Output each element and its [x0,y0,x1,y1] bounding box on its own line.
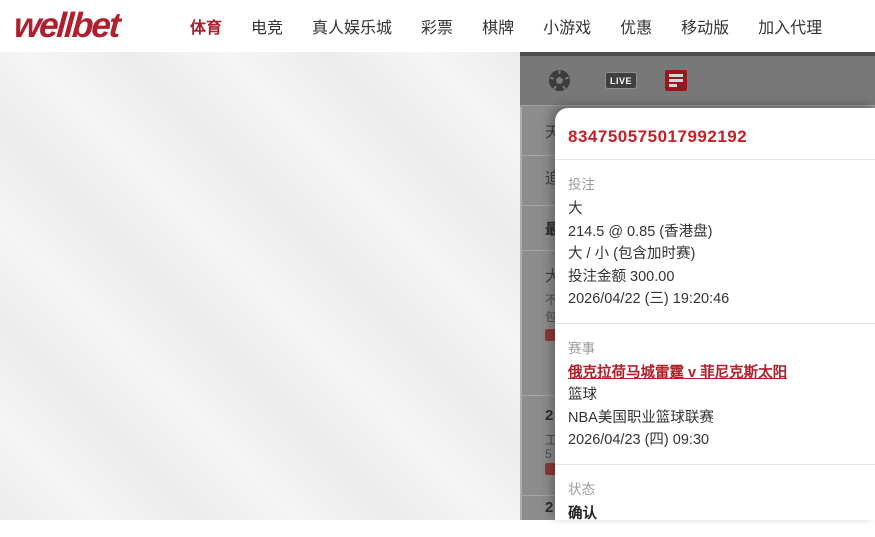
match-sport: 篮球 [568,387,597,403]
bet-selection: 大 [568,201,583,217]
occluded-text: 大 [545,265,555,286]
sportsbook-toolbar: LIVE [520,50,875,106]
bet-stake: 投注金额 300.00 [568,268,675,285]
match-start-time: 2026/04/23 (四) 09:30 [568,432,710,448]
nav-item-live-casino[interactable]: 真人娱乐城 [312,14,392,38]
occluded-text: 追 [545,167,555,188]
bet-section-label: 投注 [568,177,595,192]
match-section-label: 赛事 [568,340,595,356]
nav-item-sports[interactable]: 体育 [190,14,222,38]
bet-section: 投注 大 214.5 @ 0.85 (香港盘) 大 / 小 (包含加时赛) 投注… [555,160,875,323]
occluded-bet-list-strip: 天 追 最 大 不 包 2 工 5 2 [520,107,555,520]
bet-list-icon[interactable] [665,70,687,91]
nav-item-minigames[interactable]: 小游戏 [543,14,591,38]
page-background [0,50,520,520]
bet-placed-time: 2026/04/22 (三) 19:20:46 [568,291,730,307]
nav-item-esports[interactable]: 电竞 [251,14,283,38]
bet-market: 大 / 小 (包含加时赛) [568,246,696,262]
occluded-text: 工 [545,431,555,448]
occluded-icon [545,329,555,341]
nav-item-lottery[interactable]: 彩票 [421,14,453,38]
occluded-icon [545,463,555,475]
occluded-text: 包 [545,308,555,325]
top-header: wellbet 体育 电竞 真人娱乐城 彩票 棋牌 小游戏 优惠 移动版 加入代… [0,0,875,52]
match-league: NBA美国职业篮球联赛 [568,409,714,426]
nav-item-promos[interactable]: 优惠 [620,14,652,38]
occluded-text: 2 [545,407,554,424]
occluded-text: 5 [545,447,552,461]
bet-odds: 214.5 @ 0.85 (香港盘) [568,223,713,240]
bet-detail-popup: 834750575017992192 投注 大 214.5 @ 0.85 (香港… [555,108,875,522]
occluded-text: 不 [545,291,555,308]
status-section: 状态 确认 [555,465,875,537]
live-badge[interactable]: LIVE [605,72,637,89]
soccer-ball-icon[interactable] [548,69,571,92]
occluded-text: 最 [545,218,555,239]
occluded-text: 天 [545,121,555,142]
match-section: 赛事 俄克拉荷马城雷霆 v 菲尼克斯太阳 篮球 NBA美国职业篮球联赛 2026… [555,324,875,464]
status-label: 状态 [568,481,595,497]
bet-id: 834750575017992192 [568,127,748,146]
nav-item-cards[interactable]: 棋牌 [482,14,514,38]
wellbet-logo[interactable]: wellbet [13,6,178,46]
nav-item-agent[interactable]: 加入代理 [758,14,822,38]
match-teams-link[interactable]: 俄克拉荷马城雷霆 v 菲尼克斯太阳 [568,362,787,385]
occluded-text: 2 [545,499,554,516]
nav-item-mobile[interactable]: 移动版 [681,14,729,38]
main-nav: 体育 电竞 真人娱乐城 彩票 棋牌 小游戏 优惠 移动版 加入代理 [190,14,822,38]
status-value: 确认 [568,505,597,522]
